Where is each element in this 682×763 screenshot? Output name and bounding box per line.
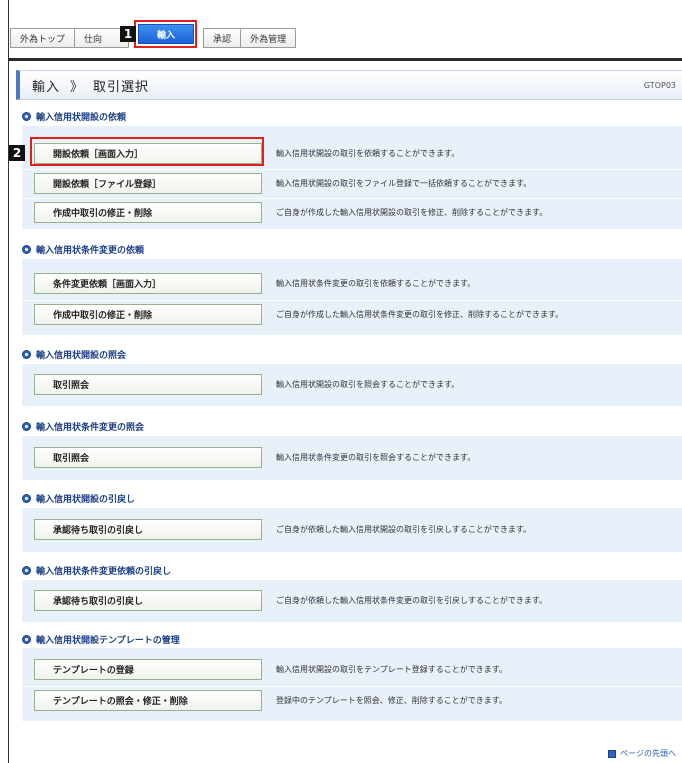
section-heading-lc-amend-withdraw: 輸入信用状条件変更依頼の引戻し bbox=[22, 564, 171, 577]
list-item: 承認待ち取引の引戻し ご自身が依頼した輸入信用状条件変更の取引を引戻しすることが… bbox=[22, 587, 682, 614]
section-heading-lc-amend-inquiry: 輸入信用状条件変更の照会 bbox=[22, 420, 144, 433]
section-heading-label: 輸入信用状開設の引戻し bbox=[36, 495, 136, 505]
row-description: 輸入信用状開設の取引をテンプレート登録することができます。 bbox=[276, 665, 507, 674]
section-heading-label: 輸入信用状条件変更の照会 bbox=[36, 423, 145, 433]
section-bullet-icon bbox=[22, 635, 31, 644]
row-description: 輸入信用状開設の取引をファイル登録で一括依頼することができます。 bbox=[276, 179, 532, 188]
section-panel: 取引照会 輸入信用状開設の取引を照会することができます。 bbox=[22, 364, 682, 406]
section-heading-label: 輸入信用状条件変更依頼の引戻し bbox=[36, 567, 172, 577]
page-title: 取引選択 bbox=[93, 79, 150, 95]
breadcrumb-section: 輸入 bbox=[32, 79, 61, 95]
callout-badge-1: 1 bbox=[120, 26, 136, 42]
section-heading-lc-open-withdraw: 輸入信用状開設の引戻し bbox=[22, 492, 135, 505]
amend-request-screen-button[interactable]: 条件変更依頼［画面入力］ bbox=[34, 273, 262, 294]
page-top-label: ページの先頭へ bbox=[620, 749, 676, 758]
list-item: 承認待ち取引の引戻し ご自身が依頼した輸入信用状開設の取引を引戻しすることができ… bbox=[22, 516, 682, 543]
tab-foreign-top[interactable]: 外為トップ bbox=[10, 28, 76, 48]
section-heading-lc-amend-request: 輸入信用状条件変更の依頼 bbox=[22, 243, 144, 256]
screen-code: GTOP03 bbox=[643, 81, 676, 90]
tab-fx-management[interactable]: 外為管理 bbox=[240, 28, 297, 48]
section-heading-lc-open-inquiry: 輸入信用状開設の照会 bbox=[22, 348, 126, 361]
row-description: ご自身が作成した輸入信用状条件変更の取引を修正、削除することができます。 bbox=[276, 310, 564, 319]
row-description: ご自身が依頼した輸入信用状条件変更の取引を引戻しすることができます。 bbox=[276, 596, 548, 605]
section-bullet-icon bbox=[22, 245, 31, 254]
section-panel: 承認待ち取引の引戻し ご自身が依頼した輸入信用状条件変更の取引を引戻しすることが… bbox=[22, 580, 682, 622]
row-description: 登録中のテンプレートを照会、修正、削除することができます。 bbox=[276, 696, 507, 705]
list-item: 取引照会 輸入信用状開設の取引を照会することができます。 bbox=[22, 371, 682, 398]
section-heading-label: 輸入信用状開設の照会 bbox=[36, 351, 127, 361]
section-heading-label: 輸入信用状条件変更の依頼 bbox=[36, 246, 145, 256]
amend-inquiry-button[interactable]: 取引照会 bbox=[34, 447, 262, 468]
list-item: 作成中取引の修正・削除 ご自身が作成した輸入信用状条件変更の取引を修正、削除する… bbox=[22, 300, 682, 327]
list-item: 作成中取引の修正・削除 ご自身が作成した輸入信用状開設の取引を修正、削除すること… bbox=[22, 198, 682, 225]
list-item: テンプレートの登録 輸入信用状開設の取引をテンプレート登録することができます。 bbox=[22, 656, 682, 683]
section-bullet-icon bbox=[22, 422, 31, 431]
template-register-button[interactable]: テンプレートの登録 bbox=[34, 659, 262, 680]
section-bullet-icon bbox=[22, 112, 31, 121]
edit-draft-open-button[interactable]: 作成中取引の修正・削除 bbox=[34, 202, 262, 223]
amend-withdraw-button[interactable]: 承認待ち取引の引戻し bbox=[34, 590, 262, 611]
breadcrumb-separator: 》 bbox=[70, 79, 84, 95]
page-title-bar: 輸入 》 取引選択 GTOP03 bbox=[16, 70, 682, 100]
row-description: 輸入信用状条件変更の取引を照会することができます。 bbox=[276, 453, 476, 462]
row-description: 輸入信用状開設の取引を依頼することができます。 bbox=[276, 149, 460, 158]
open-inquiry-button[interactable]: 取引照会 bbox=[34, 374, 262, 395]
section-heading-label: 輸入信用状開設の依頼 bbox=[36, 113, 127, 123]
page-top-icon bbox=[608, 749, 617, 758]
row-description: 輸入信用状条件変更の取引を依頼することができます。 bbox=[276, 279, 476, 288]
tab-import[interactable]: 輸入 bbox=[138, 24, 195, 44]
open-request-file-button[interactable]: 開設依頼［ファイル登録］ bbox=[34, 173, 262, 194]
section-heading-label: 輸入信用状開設テンプレートの管理 bbox=[36, 636, 180, 646]
section-bullet-icon bbox=[22, 494, 31, 503]
section-bullet-icon bbox=[22, 566, 31, 575]
edit-draft-amend-button[interactable]: 作成中取引の修正・削除 bbox=[34, 304, 262, 325]
open-withdraw-button[interactable]: 承認待ち取引の引戻し bbox=[34, 519, 262, 540]
tab-bar: 外為トップ 仕向 輸入 承認 外為管理 bbox=[10, 20, 297, 48]
page-top-link[interactable]: ページの先頭へ bbox=[608, 748, 676, 759]
row-description: 輸入信用状開設の取引を照会することができます。 bbox=[276, 380, 460, 389]
section-heading-lc-open-request: 輸入信用状開設の依頼 bbox=[22, 110, 126, 123]
section-bullet-icon bbox=[22, 350, 31, 359]
tab-approval[interactable]: 承認 bbox=[203, 28, 242, 48]
list-item: 条件変更依頼［画面入力］ 輸入信用状条件変更の取引を依頼することができます。 bbox=[22, 270, 682, 297]
callout-badge-2: 2 bbox=[9, 145, 25, 161]
list-item: テンプレートの照会・修正・削除 登録中のテンプレートを照会、修正、削除することが… bbox=[22, 686, 682, 713]
highlight-box bbox=[30, 137, 264, 166]
header-rule bbox=[8, 58, 682, 61]
section-panel: テンプレートの登録 輸入信用状開設の取引をテンプレート登録することができます。 … bbox=[22, 648, 682, 721]
section-panel: 取引照会 輸入信用状条件変更の取引を照会することができます。 bbox=[22, 436, 682, 480]
row-description: ご自身が依頼した輸入信用状開設の取引を引戻しすることができます。 bbox=[276, 525, 532, 534]
template-manage-button[interactable]: テンプレートの照会・修正・削除 bbox=[34, 690, 262, 711]
list-item: 開設依頼［ファイル登録］ 輸入信用状開設の取引をファイル登録で一括依頼することが… bbox=[22, 169, 682, 196]
section-panel: 条件変更依頼［画面入力］ 輸入信用状条件変更の取引を依頼することができます。 作… bbox=[22, 259, 682, 335]
row-description: ご自身が作成した輸入信用状開設の取引を修正、削除することができます。 bbox=[276, 208, 548, 217]
tab-import-highlight: 輸入 bbox=[134, 20, 198, 48]
list-item: 取引照会 輸入信用状条件変更の取引を照会することができます。 bbox=[22, 444, 682, 471]
section-heading-template-management: 輸入信用状開設テンプレートの管理 bbox=[22, 633, 180, 646]
section-panel: 承認待ち取引の引戻し ご自身が依頼した輸入信用状開設の取引を引戻しすることができ… bbox=[22, 508, 682, 552]
